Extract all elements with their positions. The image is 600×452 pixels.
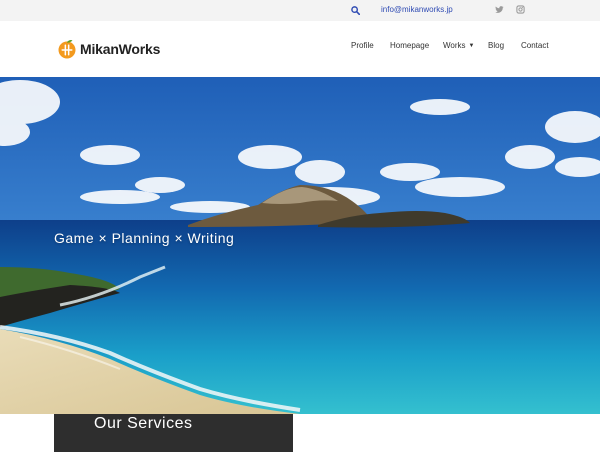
hero-tagline: Game × Planning × Writing — [54, 230, 235, 246]
email-link[interactable]: info@mikanworks.jp — [381, 5, 453, 14]
nav-homepage[interactable]: Homepage — [390, 41, 429, 50]
chevron-down-icon: ▼ — [468, 42, 475, 49]
site-logo[interactable]: MikanWorks — [57, 38, 160, 60]
hero-banner: Game × Planning × Writing — [0, 77, 600, 414]
instagram-icon[interactable] — [516, 5, 525, 14]
twitter-icon[interactable] — [495, 5, 504, 14]
services-section-header: Our Services — [54, 414, 293, 452]
nav-label: Profile — [351, 41, 374, 50]
site-name: MikanWorks — [80, 41, 161, 57]
top-bar: info@mikanworks.jp — [0, 0, 600, 21]
nav-contact[interactable]: Contact — [521, 41, 549, 50]
nav-label: Works — [443, 41, 466, 50]
orange-logo-icon — [58, 40, 76, 59]
nav-label: Homepage — [390, 41, 430, 50]
nav-label: Contact — [521, 41, 549, 50]
search-icon[interactable] — [351, 6, 360, 15]
nav-profile[interactable]: Profile — [351, 41, 374, 50]
nav-works[interactable]: Works ▼ — [443, 41, 474, 50]
site-header: MikanWorks Profile Homepage Works ▼ Blog… — [0, 21, 600, 77]
nav-blog[interactable]: Blog — [488, 41, 504, 50]
nav-label: Blog — [488, 41, 505, 50]
services-title: Our Services — [94, 415, 193, 432]
